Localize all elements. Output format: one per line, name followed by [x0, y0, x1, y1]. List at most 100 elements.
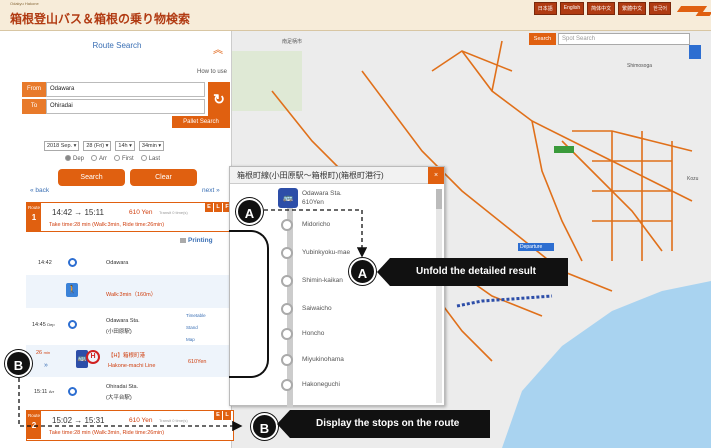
stop-item[interactable]: Honcho	[281, 327, 431, 341]
departure-marker[interactable]: Departure	[520, 244, 542, 250]
arr-time-value: 15:11	[34, 389, 48, 395]
route-transit: Transit 0 time(s)	[159, 210, 188, 215]
brand-text: Odakyu Hakone	[10, 1, 39, 6]
stop-item[interactable]: Midoricho	[281, 218, 431, 232]
radio-first[interactable]: First	[114, 155, 134, 162]
printer-icon[interactable]	[180, 238, 186, 243]
hour-select[interactable]: 14h ▾	[115, 141, 135, 151]
start-name: Odawara	[106, 260, 129, 266]
to-label: To	[22, 99, 46, 114]
printing-link[interactable]: Printing	[188, 237, 213, 244]
route-fare: 610 Yen	[129, 417, 153, 424]
radio-arr[interactable]: Arr	[91, 155, 107, 162]
map-place-label: 南足柄市	[282, 39, 303, 45]
swap-icon[interactable]: ↻	[208, 82, 230, 116]
stand-link[interactable]: Stand	[186, 325, 198, 330]
radio-last[interactable]: Last	[140, 155, 160, 162]
annotation-badge-b: B	[5, 350, 32, 377]
stop-item[interactable]: Miyukinohama	[281, 353, 431, 367]
lang-button-ja[interactable]: 日本語	[533, 2, 557, 15]
stop-dot-icon	[281, 354, 293, 366]
stop-item[interactable]: Saiwaicho	[281, 302, 431, 316]
map-link[interactable]: Map	[186, 337, 195, 342]
year-month-select[interactable]: 2018 Sep. ▾	[44, 141, 80, 151]
scrollbar-thumb[interactable]	[436, 189, 442, 209]
stop-item[interactable]: Hakoneguchi	[281, 378, 431, 392]
walk-info: Walk:3min（160m）	[106, 292, 157, 298]
radio-dep[interactable]: Dep	[65, 155, 84, 162]
spot-search-input[interactable]: Spot Search	[558, 33, 690, 45]
first-stop[interactable]: Odawara Sta. 610Yen	[302, 189, 342, 207]
how-to-use-link[interactable]: How to use	[197, 69, 227, 75]
collapse-icon[interactable]: ︽	[213, 41, 223, 56]
route-transit: Transit 0 time(s)	[159, 418, 188, 423]
stop-name: Miyukinohama	[302, 356, 344, 363]
radio-dot	[114, 155, 121, 161]
route-result-2[interactable]: Route 2 15:02 → 15:31 610 Yen Transit 0 t…	[26, 410, 234, 441]
map-search-button[interactable]: Search	[529, 33, 556, 45]
arrival-stop: Ohiradai Sta. (大平台駅)	[106, 382, 138, 404]
to-input[interactable]: Ohiradai	[46, 99, 205, 114]
lang-button-ko[interactable]: 한국어	[649, 2, 671, 15]
from-field: From Odawara	[22, 82, 205, 97]
map-place-label: Shimosoga	[627, 63, 653, 69]
line-fare: 610Yen	[188, 359, 207, 365]
board-stop-name: Odawara Sta.	[106, 318, 140, 324]
minute-select[interactable]: 34min ▾	[138, 141, 165, 151]
select-value: 14h	[118, 143, 128, 149]
route-number-tag: Route 1	[27, 203, 41, 231]
start-time: 14:42	[38, 260, 52, 266]
route-fare: 610 Yen	[129, 209, 153, 216]
route-tag-label: Route	[27, 205, 40, 210]
lang-button-en[interactable]: English	[559, 2, 585, 15]
board-stop-name-jp: (小田原駅)	[106, 329, 132, 335]
next-link[interactable]: next »	[202, 187, 220, 194]
pallet-search-button[interactable]: Pallet Search	[172, 116, 230, 128]
radio-dot	[65, 155, 71, 161]
first-stop-name: Odawara Sta.	[302, 190, 342, 197]
flag-l: L	[214, 203, 222, 212]
line-name-en: Hakone-machi Line	[108, 363, 156, 369]
site-logo[interactable]: 箱根登山バス＆箱根の乗り物検索	[10, 10, 190, 27]
radio-label: Dep	[73, 156, 85, 162]
timetable-link[interactable]: Timetable	[186, 313, 206, 318]
stop-dot-icon	[281, 247, 293, 259]
search-button[interactable]: Search	[58, 169, 125, 186]
map-place-label: Kozu	[687, 176, 699, 182]
route-time: 15:02 → 15:31	[52, 416, 105, 425]
stop-name: Shimin-kaikan	[302, 277, 343, 284]
start-point-icon	[68, 258, 77, 267]
expand-chevron-icon[interactable]: »	[44, 362, 48, 369]
stop-dot-icon	[281, 275, 293, 287]
stop-name: Hakoneguchi	[302, 381, 340, 388]
back-link[interactable]: « back	[30, 187, 49, 194]
route-result-1[interactable]: Route 1 14:42 → 15:11 610 Yen Transit 0 t…	[26, 202, 234, 232]
lang-button-zh-cn[interactable]: 简体中文	[587, 2, 616, 15]
board-tag: Dep	[47, 322, 55, 327]
clear-button[interactable]: Clear	[130, 169, 197, 186]
annotation-badge-b: B	[251, 413, 278, 440]
lang-button-zh-tw[interactable]: 繁體中文	[618, 2, 647, 15]
close-icon[interactable]: ×	[428, 167, 444, 184]
day-select[interactable]: 28 (Fri) ▾	[83, 141, 112, 151]
route-tag-label: Route	[27, 413, 40, 418]
select-value: 34min	[141, 143, 157, 149]
stop-dot-icon	[281, 328, 293, 340]
stop-dot-icon	[281, 379, 293, 391]
callout-stops: Display the stops on the route	[277, 410, 490, 438]
from-input[interactable]: Odawara	[46, 82, 205, 97]
header-decoration	[695, 12, 711, 16]
arr-stop-name: Ohiradai Sta.	[106, 384, 139, 390]
radio-dot	[140, 155, 147, 161]
walk-icon: 🚶	[66, 283, 78, 297]
bus-icon: 🚌	[278, 188, 298, 208]
flag-e: E	[205, 203, 213, 212]
route-number: 2	[31, 421, 37, 430]
arrival-point-icon	[68, 387, 77, 396]
popup-scrollbar[interactable]	[436, 189, 442, 403]
line-name[interactable]: 【H】箱根町港 Hakone-machi Line	[108, 351, 155, 371]
stop-dot-icon	[281, 219, 293, 231]
callout-unfold: Unfold the detailed result	[377, 258, 568, 286]
route-number-tag: Route 2	[27, 411, 41, 439]
stop-name: Saiwaicho	[302, 305, 332, 312]
